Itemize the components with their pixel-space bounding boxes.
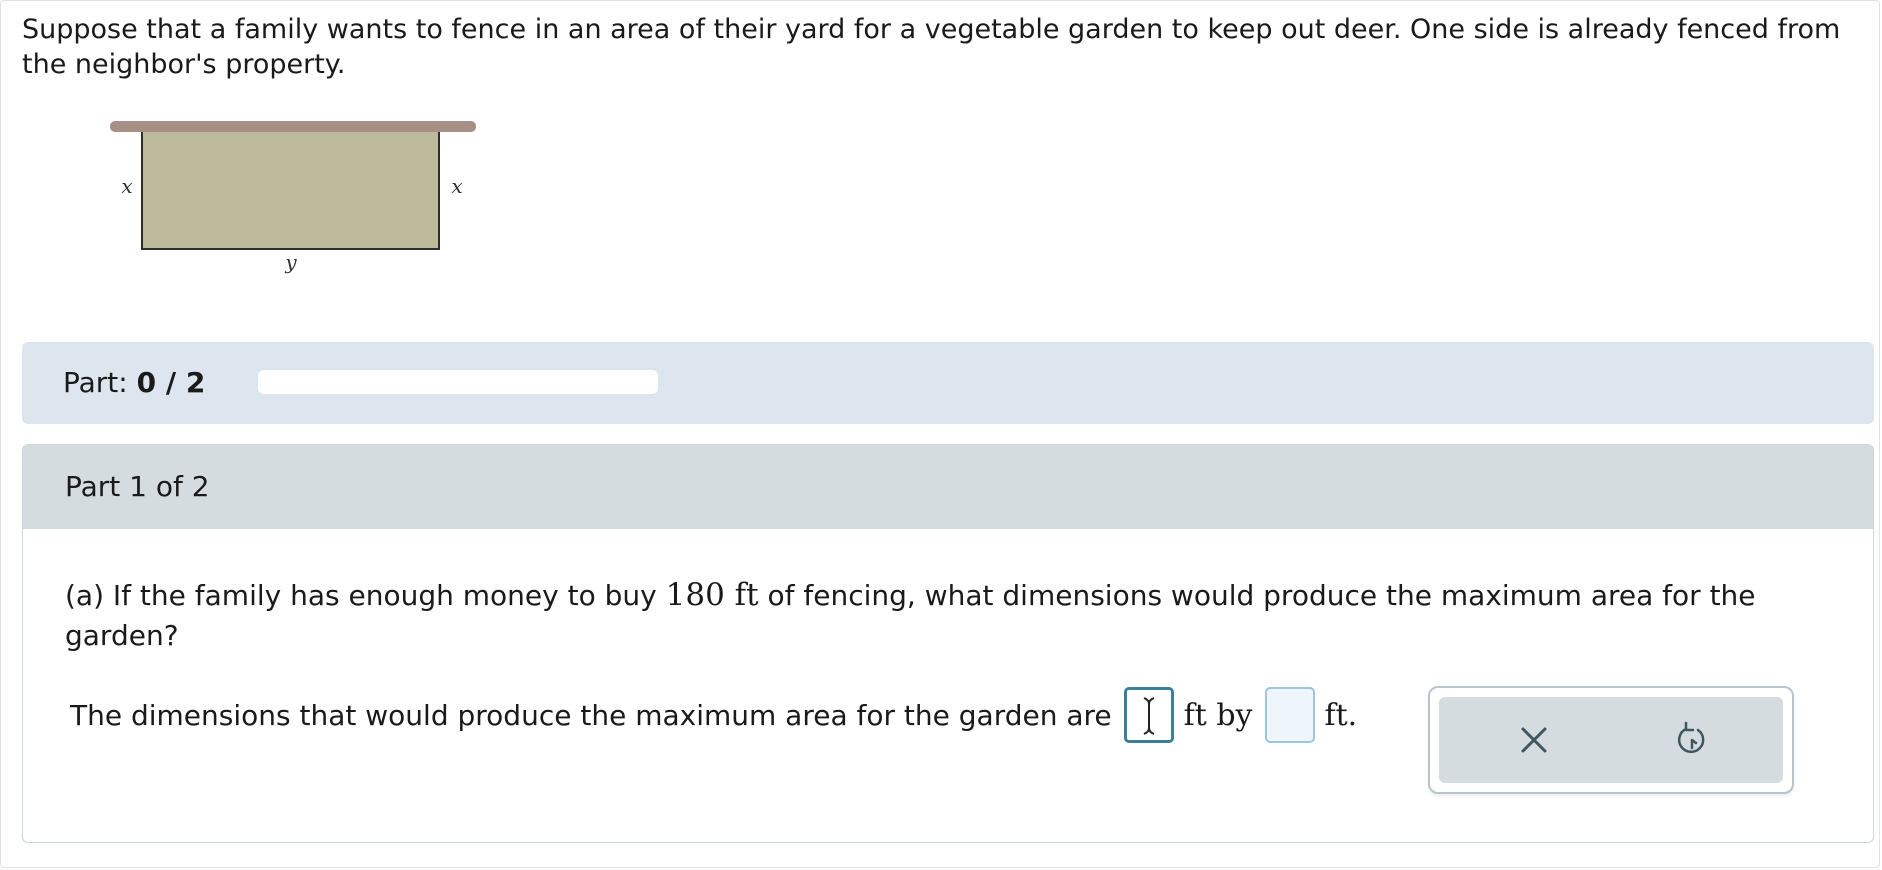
close-icon [1521,727,1547,753]
problem-statement: Suppose that a family wants to fence in … [22,14,1841,80]
part-progress-bar: Part: 0 / 2 [22,342,1874,424]
answer-input-length[interactable] [1126,690,1171,740]
undo-icon [1677,721,1705,754]
part-label-text: Part: [63,366,128,399]
answer-prefix: The dimensions that would produce the ma… [70,698,1112,732]
neighbor-fence [110,121,476,132]
answer-input-width-box [1264,687,1315,743]
answer-input-length-box [1123,687,1174,743]
answer-end-text: ft. [1324,697,1358,733]
part-count: 0 / 2 [136,366,206,399]
clear-button[interactable] [1509,715,1559,765]
question-prefix: (a) If the family has enough money to bu… [65,579,657,612]
undo-button[interactable] [1667,715,1717,765]
part-section-header: Part 1 of 2 [23,445,1873,529]
answer-input-width[interactable] [1266,689,1313,741]
question-text: (a) If the family has enough money to bu… [65,575,1805,656]
garden-figure: x x y [110,121,476,274]
answer-line: The dimensions that would produce the ma… [70,685,1357,745]
progress-track [258,370,658,394]
answer-tool-panel-inner [1439,697,1783,783]
answer-mid-text: ft by [1183,697,1253,733]
garden-area [141,125,440,250]
side-label-right: x [451,174,462,198]
part-title: Part 1 of 2 [65,470,210,503]
part-progress-label: Part: 0 / 2 [63,366,205,400]
answer-tool-panel [1428,686,1794,794]
question-amount: 180 ft [665,577,759,613]
side-label-bottom: y [284,250,297,274]
part-section: Part 1 of 2 (a) If the family has enough… [22,444,1874,843]
side-label-left: x [121,174,132,198]
